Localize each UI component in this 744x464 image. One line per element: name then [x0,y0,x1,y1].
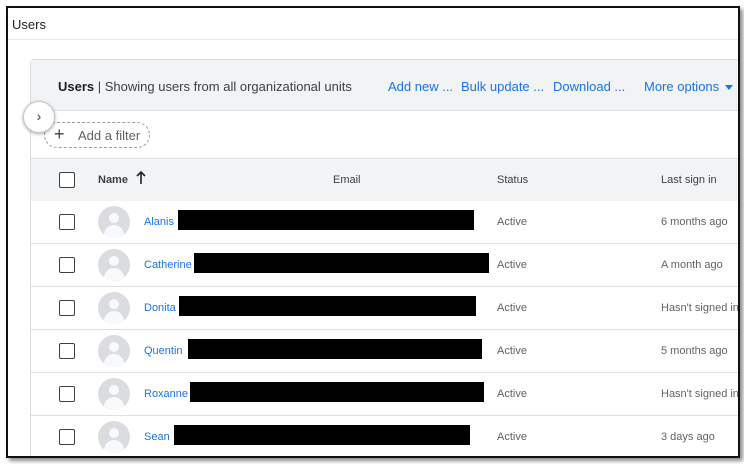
redacted-email [178,210,474,230]
panel-title-bold: Users [58,79,95,94]
user-last-sign-in: Hasn't signed in [661,302,739,314]
user-last-sign-in: Hasn't signed in [661,388,739,400]
column-header-name[interactable]: Name [98,174,128,186]
user-name-link[interactable]: Alanis [144,216,174,228]
table-row[interactable]: Donita Active Hasn't signed in [31,287,739,330]
user-status: Active [497,431,527,443]
panel-title-scope: | Showing users from all organizational … [94,79,352,94]
table-row[interactable]: Sean Active 3 days ago [31,416,738,456]
user-name-link[interactable]: Sean [144,431,170,443]
more-options-button[interactable]: More options [644,79,734,94]
table-row[interactable]: Alanis Active 6 months ago [31,201,738,244]
column-header-status[interactable]: Status [497,174,528,186]
more-options-label: More options [644,79,720,94]
user-status: Active [497,302,527,314]
row-checkbox[interactable] [59,300,75,316]
table-header: Name Email Status Last sign in [31,158,738,202]
user-status: Active [497,388,527,400]
add-new-button[interactable]: Add new ... [388,79,453,94]
user-name-link[interactable]: Donita [144,302,176,314]
plus-icon: + [54,124,65,144]
user-last-sign-in: 5 months ago [661,345,728,357]
caret-down-icon [725,85,734,91]
avatar [98,421,130,453]
redacted-email [188,339,482,359]
row-checkbox[interactable] [59,429,75,445]
table-row[interactable]: Catherine Active A month ago [31,244,738,287]
avatar [98,206,130,238]
table-row[interactable]: Roxanne Active Hasn't signed in [31,373,739,416]
add-filter-button[interactable]: + Add a filter [44,122,150,148]
avatar [98,249,130,281]
row-checkbox[interactable] [59,343,75,359]
table-row[interactable]: Quentin Active 5 months ago [31,330,738,373]
user-name-link[interactable]: Roxanne [144,388,188,400]
panel-header: Users | Showing users from all organizat… [31,60,738,111]
redacted-email [174,425,470,445]
avatar [98,292,130,324]
title-divider [8,39,738,40]
row-checkbox[interactable] [59,214,75,230]
avatar [98,378,130,410]
user-name-link[interactable]: Catherine [144,259,192,271]
row-checkbox[interactable] [59,257,75,273]
sort-ascending-icon[interactable] [136,171,146,185]
bulk-update-button[interactable]: Bulk update ... [461,79,544,94]
user-status: Active [497,216,527,228]
users-panel: Users | Showing users from all organizat… [30,59,739,456]
column-header-email[interactable]: Email [333,174,361,186]
column-header-last-sign-in[interactable]: Last sign in [661,174,717,186]
user-status: Active [497,345,527,357]
user-last-sign-in: 6 months ago [661,216,728,228]
user-last-sign-in: 3 days ago [661,431,715,443]
add-filter-label: Add a filter [78,128,141,143]
chevron-right-icon: › [36,108,42,124]
download-button[interactable]: Download ... [553,79,625,94]
user-last-sign-in: A month ago [661,259,723,271]
redacted-email [194,253,489,273]
screenshot-frame: Users › Users | Showing users from all o… [6,6,740,458]
select-all-checkbox[interactable] [59,172,75,188]
avatar [98,335,130,367]
redacted-email [179,296,476,316]
expand-panel-button[interactable]: › [23,101,55,133]
page-title: Users [12,17,46,32]
user-name-link[interactable]: Quentin [144,345,183,357]
redacted-email [190,382,484,402]
panel-title: Users | Showing users from all organizat… [58,79,352,94]
user-status: Active [497,259,527,271]
row-checkbox[interactable] [59,386,75,402]
